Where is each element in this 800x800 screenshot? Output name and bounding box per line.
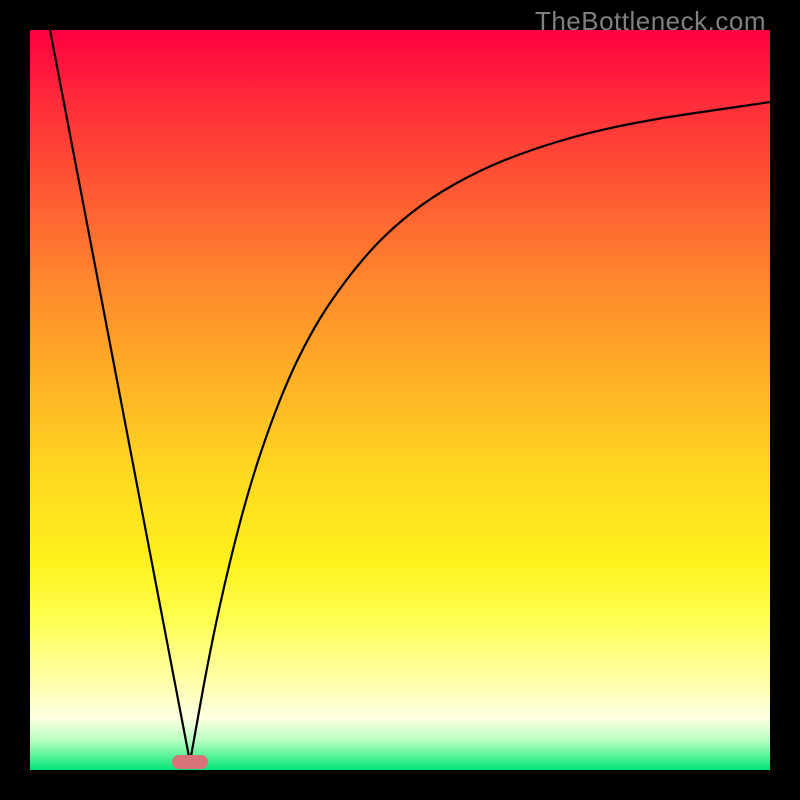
- minimum-marker: [172, 755, 208, 769]
- curve-right-branch: [190, 102, 770, 762]
- chart-frame: TheBottleneck.com: [0, 0, 800, 800]
- plot-area: [30, 30, 770, 770]
- curve-left-branch: [50, 30, 190, 762]
- watermark-text: TheBottleneck.com: [535, 6, 766, 37]
- bottleneck-curve: [30, 30, 770, 770]
